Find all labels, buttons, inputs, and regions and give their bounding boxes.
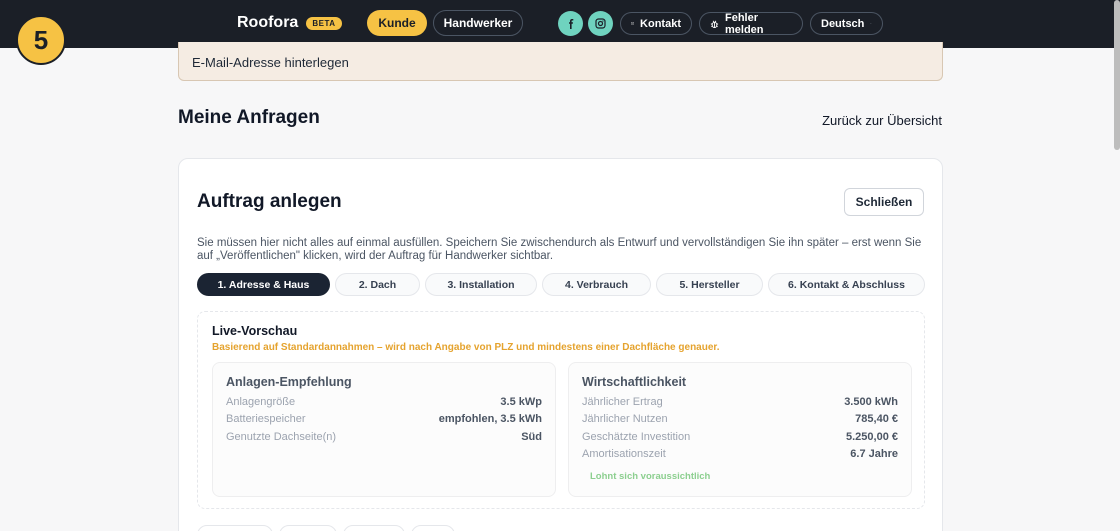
kontakt-label: Kontakt <box>640 17 681 30</box>
brand[interactable]: Roofora BETA <box>237 14 342 32</box>
step-tab-adresse[interactable]: 1. Adresse & Haus <box>197 273 330 296</box>
row-label: Jährlicher Ertrag <box>582 396 663 408</box>
language-label: Deutsch <box>821 17 865 30</box>
close-button[interactable]: Schließen <box>844 188 924 216</box>
list-item: Amortisationszeit 6.7 Jahre <box>582 448 898 462</box>
row-label: Genutzte Dachseite(n) <box>226 431 337 443</box>
step-tab-kontakt-abschluss[interactable]: 6. Kontakt & Abschluss <box>768 273 925 296</box>
bug-icon <box>710 20 719 28</box>
kunde-tab[interactable]: Kunde <box>367 10 427 36</box>
recommendation-panel: Anlagen-Empfehlung Anlagengröße 3.5 kWp … <box>212 362 556 497</box>
email-notice: E-Mail-Adresse hinterlegen <box>178 42 943 81</box>
instagram-icon <box>595 18 606 29</box>
beta-badge: BETA <box>306 16 342 30</box>
kontakt-button[interactable]: Kontakt <box>620 12 692 35</box>
fehler-label: Fehler melden <box>724 11 764 36</box>
row-value: empfohlen, 3.5 kWh <box>438 413 542 425</box>
economics-title: Wirtschaftlichkeit <box>582 375 687 389</box>
step-tab-dach[interactable]: 2. Dach <box>335 273 420 296</box>
list-item: Jährlicher Nutzen 785,40 € <box>582 413 898 427</box>
fehler-melden-button[interactable]: Fehler melden <box>699 11 803 36</box>
mail-icon <box>631 22 635 25</box>
row-value: 5.250,00 € <box>846 431 898 443</box>
preview-title: Live-Vorschau <box>212 324 298 338</box>
row-label: Amortisationszeit <box>582 448 666 460</box>
card-title: Auftrag anlegen <box>197 191 342 212</box>
handwerker-tab[interactable]: Handwerker <box>433 10 523 36</box>
action-button[interactable] <box>343 525 405 531</box>
action-button[interactable] <box>279 525 337 531</box>
recommendation-title: Anlagen-Empfehlung <box>226 375 352 389</box>
brand-name: Roofora <box>237 14 299 31</box>
facebook-icon <box>568 18 573 29</box>
chevron-down-icon <box>870 23 872 24</box>
row-value: 3.500 kWh <box>844 396 898 408</box>
live-preview: Live-Vorschau Basierend auf Standardanna… <box>197 311 925 509</box>
back-to-overview-link[interactable]: Zurück zur Übersicht <box>822 113 942 128</box>
step-tab-verbrauch[interactable]: 4. Verbrauch <box>542 273 651 296</box>
profitability-note: Lohnt sich voraussichtlich <box>590 471 711 482</box>
list-item: Genutzte Dachseite(n) Süd <box>226 431 542 445</box>
row-value: 3.5 kWp <box>500 396 542 408</box>
scrollbar[interactable] <box>1114 0 1120 150</box>
row-label: Batteriespeicher <box>226 413 306 425</box>
economics-panel: Wirtschaftlichkeit Jährlicher Ertrag 3.5… <box>568 362 912 497</box>
list-item: Anlagengröße 3.5 kWp <box>226 396 542 410</box>
step-number-badge: 5 <box>16 15 66 65</box>
page-title: Meine Anfragen <box>178 107 320 128</box>
list-item: Geschätzte Investition 5.250,00 € <box>582 431 898 445</box>
top-navbar: Roofora BETA Kunde Handwerker Kontakt Fe… <box>0 0 1120 48</box>
instagram-button[interactable] <box>588 11 613 36</box>
row-label: Anlagengröße <box>226 396 296 408</box>
step-tab-installation[interactable]: 3. Installation <box>425 273 537 296</box>
row-label: Geschätzte Investition <box>582 431 691 443</box>
row-value: 785,40 € <box>855 413 898 425</box>
action-button[interactable] <box>411 525 455 531</box>
row-value: Süd <box>521 431 542 443</box>
action-button[interactable] <box>197 525 273 531</box>
facebook-button[interactable] <box>558 11 583 36</box>
step-tab-hersteller[interactable]: 5. Hersteller <box>656 273 763 296</box>
row-label: Jährlicher Nutzen <box>582 413 668 425</box>
row-value: 6.7 Jahre <box>850 448 898 460</box>
preview-subtitle: Basierend auf Standardannahmen – wird na… <box>212 342 720 353</box>
list-item: Jährlicher Ertrag 3.500 kWh <box>582 396 898 410</box>
create-order-card: Auftrag anlegen Schließen Sie müssen hie… <box>178 158 943 531</box>
language-select[interactable]: Deutsch <box>810 12 883 35</box>
intro-text: Sie müssen hier nicht alles auf einmal a… <box>197 237 922 262</box>
list-item: Batteriespeicher empfohlen, 3.5 kWh <box>226 413 542 427</box>
